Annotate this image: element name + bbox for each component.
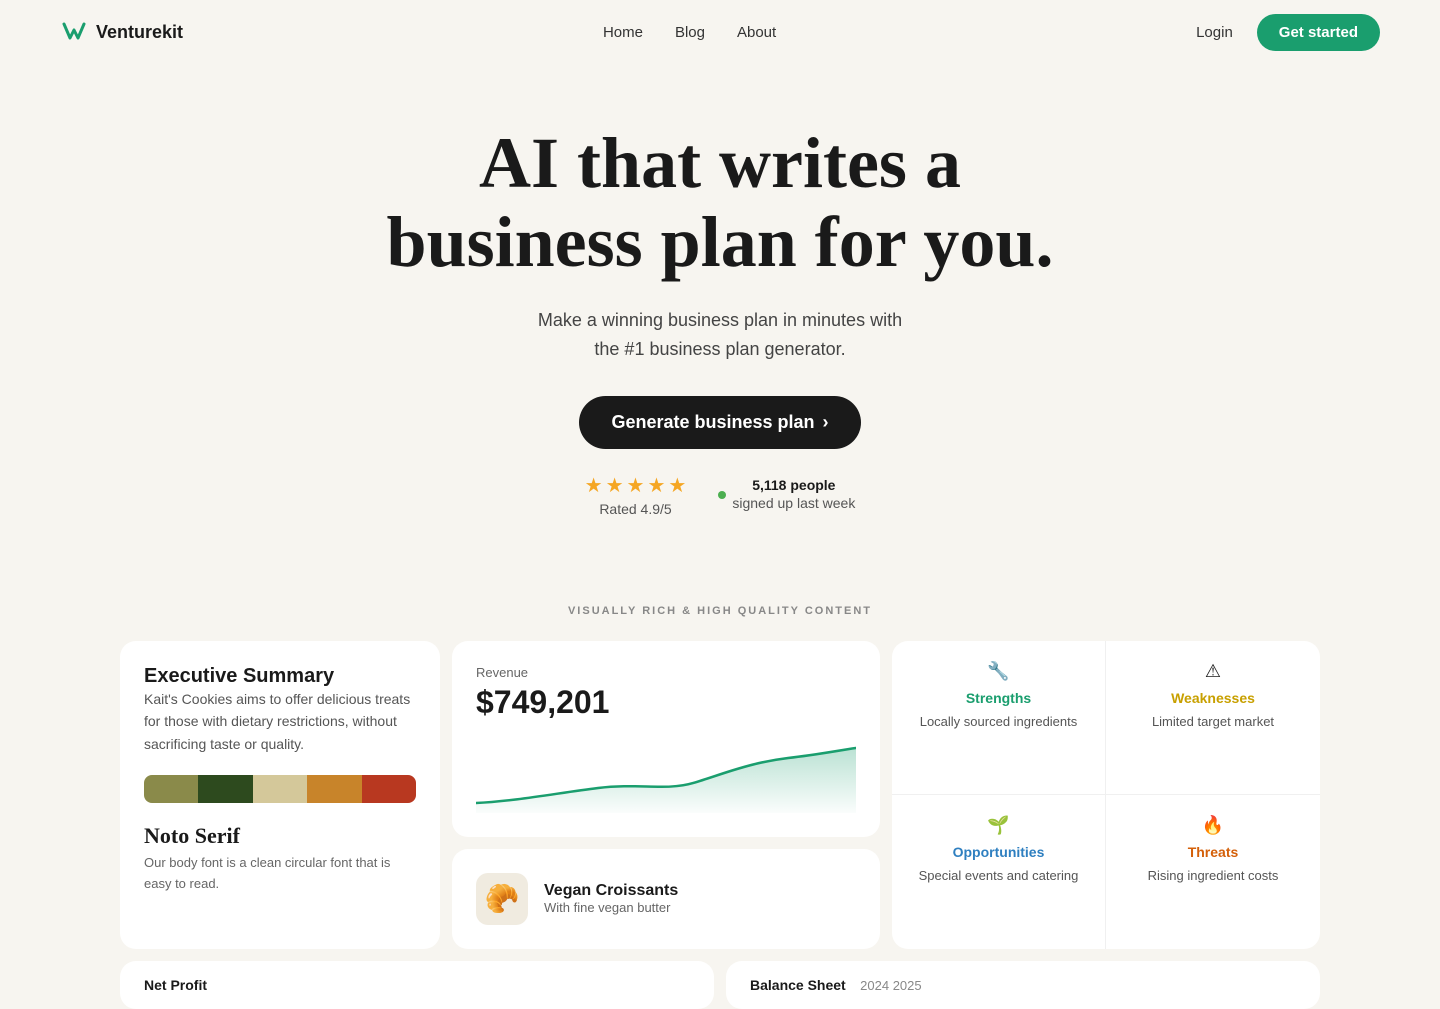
revenue-card: Revenue $749,201 (452, 641, 880, 837)
online-dot-icon (718, 491, 726, 499)
font-name: Noto Serif (144, 823, 416, 849)
color-swatch-3 (253, 775, 307, 803)
signup-block: 5,118 people signed up last week (718, 477, 855, 513)
balance-sheet-title: Balance Sheet (750, 977, 846, 993)
hero-section: AI that writes a business plan for you. … (0, 64, 1440, 557)
get-started-button[interactable]: Get started (1257, 14, 1380, 51)
threats-title: Threats (1188, 844, 1239, 860)
signup-count: 5,118 people (752, 477, 835, 493)
star-2: ★ (606, 473, 624, 498)
croissant-icon: 🥐 (485, 882, 520, 915)
strengths-icon: 🔧 (987, 661, 1009, 682)
weaknesses-title: Weaknesses (1171, 690, 1255, 706)
swot-card: 🔧 Strengths Locally sourced ingredients … (892, 641, 1320, 949)
logo-icon (60, 18, 88, 46)
executive-summary-card: Executive Summary Kait's Cookies aims to… (120, 641, 440, 949)
signup-info: 5,118 people signed up last week (732, 477, 855, 513)
star-3: ★ (627, 473, 645, 498)
color-swatch-1 (144, 775, 198, 803)
threats-icon: 🔥 (1202, 815, 1224, 836)
cta-arrow-icon: › (823, 412, 829, 433)
bottom-hint-row: Net Profit Balance Sheet 2024 2025 (60, 961, 1380, 1009)
opportunities-desc: Special events and catering (919, 868, 1079, 883)
navbar: Venturekit Home Blog About Login Get sta… (0, 0, 1440, 64)
strengths-title: Strengths (966, 690, 1031, 706)
exec-summary-body: Kait's Cookies aims to offer delicious t… (144, 688, 416, 755)
opportunities-title: Opportunities (953, 844, 1045, 860)
section-label: VISUALLY RICH & HIGH QUALITY CONTENT (0, 605, 1440, 617)
color-swatch-4 (307, 775, 361, 803)
cta-label: Generate business plan (611, 412, 814, 433)
swot-threats: 🔥 Threats Rising ingredient costs (1106, 795, 1320, 949)
color-swatch-5 (362, 775, 416, 803)
font-desc: Our body font is a clean circular font t… (144, 853, 416, 895)
net-profit-title: Net Profit (144, 977, 207, 993)
hero-headline-line2: business plan for you. (387, 202, 1054, 282)
nav-home[interactable]: Home (603, 24, 643, 41)
product-desc: With fine vegan butter (544, 900, 678, 915)
revenue-label: Revenue (476, 665, 856, 680)
nav-about[interactable]: About (737, 24, 776, 41)
nav-blog[interactable]: Blog (675, 24, 705, 41)
product-name: Vegan Croissants (544, 882, 678, 900)
swot-strengths: 🔧 Strengths Locally sourced ingredients (892, 641, 1106, 795)
star-rating: ★ ★ ★ ★ ★ (585, 473, 687, 498)
star-4: ★ (647, 473, 665, 498)
product-card: 🥐 Vegan Croissants With fine vegan butte… (452, 849, 880, 949)
logo-text: Venturekit (96, 22, 183, 43)
strengths-desc: Locally sourced ingredients (920, 714, 1078, 729)
font-section: Noto Serif Our body font is a clean circ… (144, 823, 416, 895)
hero-headline: AI that writes a business plan for you. (320, 124, 1120, 282)
threats-desc: Rising ingredient costs (1148, 868, 1279, 883)
balance-sheet-card: Balance Sheet 2024 2025 (726, 961, 1320, 1009)
product-icon: 🥐 (476, 873, 528, 925)
revenue-amount: $749,201 (476, 684, 856, 721)
rating-block: ★ ★ ★ ★ ★ Rated 4.9/5 (585, 473, 687, 517)
star-1: ★ (585, 473, 603, 498)
nav-right: Login Get started (1196, 14, 1380, 51)
swot-opportunities: 🌱 Opportunities Special events and cater… (892, 795, 1106, 949)
cards-grid: Executive Summary Kait's Cookies aims to… (60, 641, 1380, 949)
social-proof: ★ ★ ★ ★ ★ Rated 4.9/5 5,118 people signe… (20, 473, 1420, 517)
weaknesses-icon: ⚠ (1205, 661, 1221, 682)
login-button[interactable]: Login (1196, 24, 1233, 41)
opportunities-icon: 🌱 (987, 815, 1009, 836)
revenue-chart (476, 733, 856, 813)
color-palette (144, 775, 416, 803)
exec-summary-header: Executive Summary Kait's Cookies aims to… (144, 665, 416, 755)
swot-weaknesses: ⚠ Weaknesses Limited target market (1106, 641, 1320, 795)
product-info: Vegan Croissants With fine vegan butter (544, 882, 678, 915)
logo[interactable]: Venturekit (60, 18, 183, 46)
color-swatch-2 (198, 775, 252, 803)
nav-links: Home Blog About (603, 24, 776, 41)
net-profit-card: Net Profit (120, 961, 714, 1009)
signup-text: signed up last week (732, 495, 855, 511)
rating-text: Rated 4.9/5 (585, 501, 687, 517)
balance-sheet-cols: 2024 2025 (860, 978, 921, 993)
exec-summary-title: Executive Summary (144, 665, 416, 688)
cta-button[interactable]: Generate business plan › (579, 396, 860, 449)
weaknesses-desc: Limited target market (1152, 714, 1274, 729)
hero-headline-line1: AI that writes a (479, 123, 961, 203)
hero-subtext: Make a winning business plan in minutes … (20, 306, 1420, 364)
star-5: ★ (668, 473, 686, 498)
